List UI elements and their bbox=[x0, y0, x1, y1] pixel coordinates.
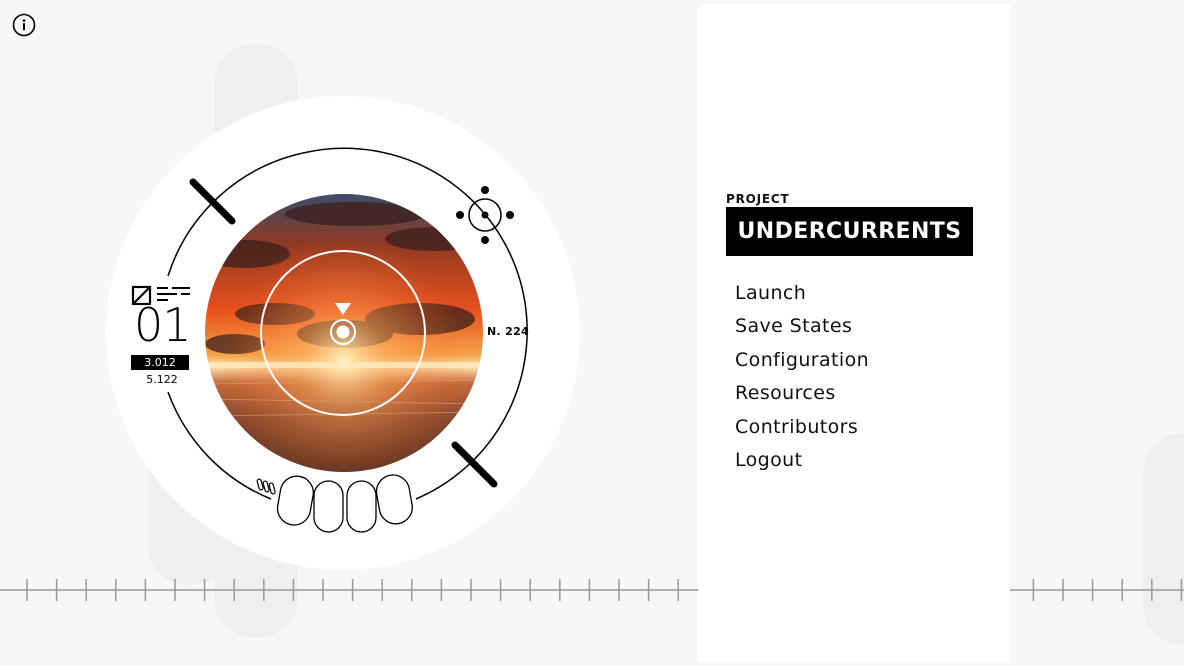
dial-primary-value: 3.012 bbox=[131, 355, 189, 370]
info-button[interactable] bbox=[12, 13, 36, 37]
menu-item-launch[interactable]: Launch bbox=[735, 277, 869, 310]
project-title: UNDERCURRENTS bbox=[726, 207, 973, 256]
menu-item-save-states[interactable]: Save States bbox=[735, 310, 869, 343]
project-label: PROJECT bbox=[726, 192, 790, 206]
background-pill bbox=[1143, 433, 1184, 645]
dial-reading: N. 224 bbox=[487, 325, 529, 338]
main-menu-panel: PROJECT UNDERCURRENTS Launch Save States… bbox=[698, 4, 1010, 662]
info-icon bbox=[12, 13, 36, 37]
dial-index: 01 bbox=[134, 298, 192, 352]
menu-list: Launch Save States Configuration Resourc… bbox=[735, 277, 869, 477]
crosshair-icon bbox=[456, 186, 514, 244]
menu-item-resources[interactable]: Resources bbox=[735, 377, 869, 410]
dial-secondary-value: 5.122 bbox=[146, 373, 178, 386]
menu-item-logout[interactable]: Logout bbox=[735, 444, 869, 477]
dial-widget: 01 3.012 5.122 N. 224 bbox=[106, 96, 580, 570]
menu-item-configuration[interactable]: Configuration bbox=[735, 344, 869, 377]
small-pills-icon bbox=[256, 478, 276, 495]
menu-item-contributors[interactable]: Contributors bbox=[735, 411, 869, 444]
